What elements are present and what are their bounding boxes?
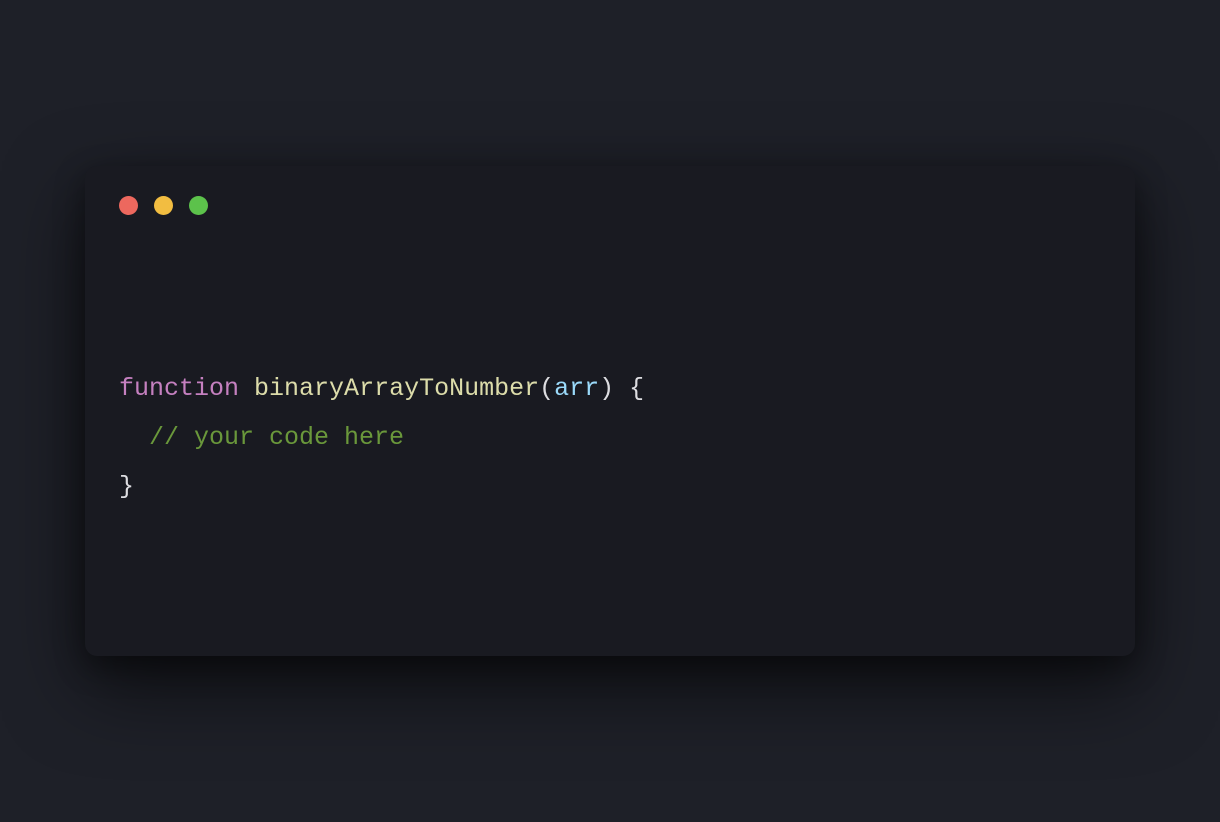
maximize-icon[interactable] [189, 196, 208, 215]
open-paren: ( [539, 374, 554, 403]
space [614, 374, 629, 403]
close-paren: ) [599, 374, 614, 403]
keyword-function: function [119, 374, 239, 403]
space [239, 374, 254, 403]
open-brace: { [629, 374, 644, 403]
minimize-icon[interactable] [154, 196, 173, 215]
comment: // your code here [149, 423, 404, 452]
close-icon[interactable] [119, 196, 138, 215]
window-controls [119, 196, 1101, 215]
indent [119, 423, 149, 452]
close-brace: } [119, 472, 134, 501]
function-name: binaryArrayToNumber [254, 374, 539, 403]
code-editor-window: function binaryArrayToNumber(arr) { // y… [85, 166, 1135, 656]
parameter-name: arr [554, 374, 599, 403]
code-block[interactable]: function binaryArrayToNumber(arr) { // y… [119, 365, 1101, 511]
